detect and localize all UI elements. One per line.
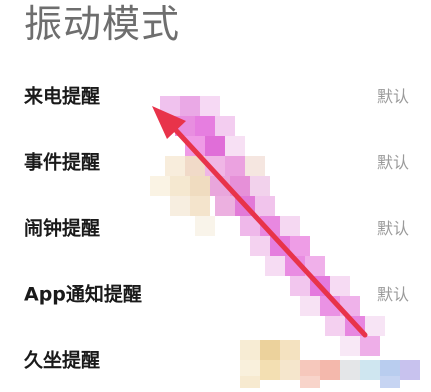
- setting-label: 来电提醒: [24, 85, 101, 108]
- setting-label: 事件提醒: [24, 151, 101, 174]
- setting-label: 久坐提醒: [24, 349, 101, 372]
- setting-row-incoming-call[interactable]: 来电提醒 默认: [0, 62, 431, 128]
- setting-row-app-notification[interactable]: App通知提醒 默认: [0, 260, 431, 326]
- setting-value: 默认: [376, 219, 409, 238]
- setting-value: 默认: [376, 87, 409, 106]
- setting-row-sedentary[interactable]: 久坐提醒: [0, 326, 431, 392]
- setting-row-event[interactable]: 事件提醒 默认: [0, 128, 431, 194]
- page-title: 振动模式: [24, 2, 181, 46]
- setting-label: App通知提醒: [24, 283, 142, 306]
- setting-value: 默认: [376, 285, 409, 304]
- setting-value: 默认: [376, 153, 409, 172]
- setting-row-alarm[interactable]: 闹钟提醒 默认: [0, 194, 431, 260]
- setting-label: 闹钟提醒: [24, 217, 101, 240]
